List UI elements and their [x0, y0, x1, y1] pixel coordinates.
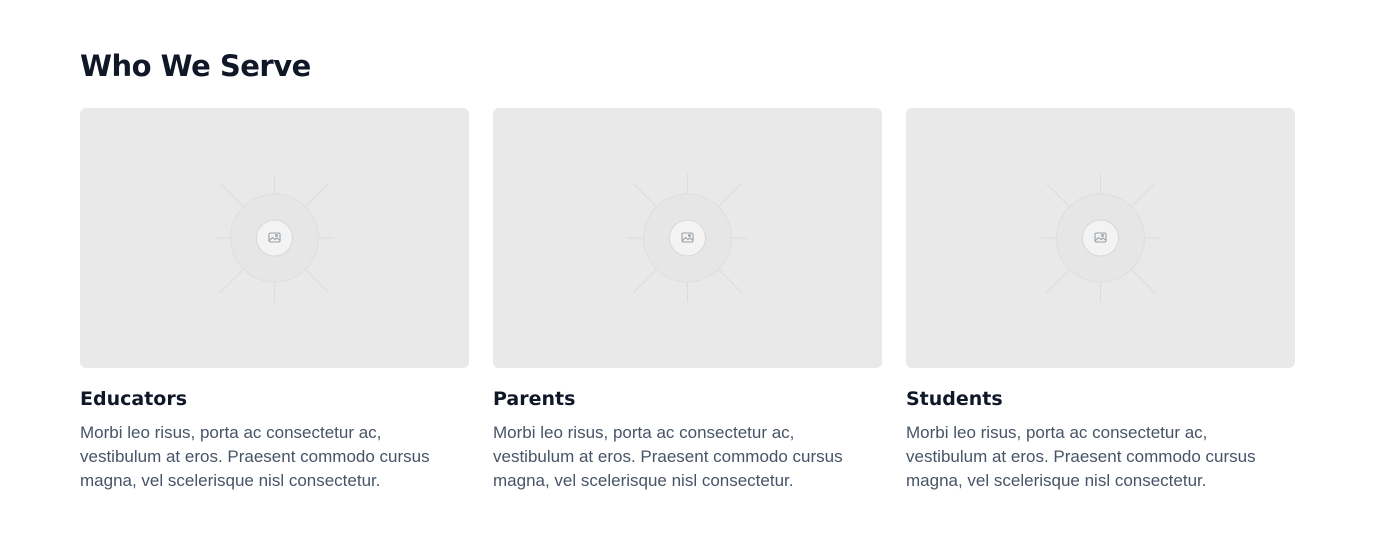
section-title: Who We Serve: [80, 49, 311, 83]
card-image-placeholder: [906, 108, 1295, 368]
audience-card-parents: Parents Morbi leo risus, porta ac consec…: [493, 108, 882, 493]
card-description: Morbi leo risus, porta ac consectetur ac…: [493, 423, 843, 490]
card-title: Parents: [493, 388, 576, 410]
card-title: Students: [906, 388, 1003, 410]
image-placeholder-icon: [215, 174, 334, 302]
audience-card-students: Students Morbi leo risus, porta ac conse…: [906, 108, 1295, 493]
card-description: Morbi leo risus, porta ac consectetur ac…: [906, 423, 1256, 490]
audience-card-educators: Educators Morbi leo risus, porta ac cons…: [80, 108, 469, 493]
card-image-placeholder: [493, 108, 882, 368]
image-placeholder-icon: [628, 174, 747, 302]
card-title: Educators: [80, 388, 188, 410]
audience-card-grid: Educators Morbi leo risus, porta ac cons…: [80, 108, 1296, 493]
image-placeholder-icon: [1041, 174, 1160, 302]
card-image-placeholder: [80, 108, 469, 368]
who-we-serve-section: Who We Serve Educators Morbi leo risus, …: [80, 46, 1296, 490]
card-description: Morbi leo risus, porta ac consectetur ac…: [80, 423, 430, 490]
